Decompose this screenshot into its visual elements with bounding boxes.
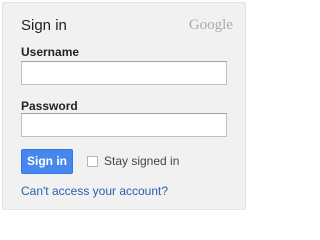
signin-title: Sign in [21, 17, 67, 34]
signin-card: Sign in Google Username Password Sign in… [2, 2, 246, 210]
signin-button[interactable]: Sign in [21, 149, 73, 174]
stay-signed-in-checkbox[interactable] [87, 155, 98, 167]
username-label: Username [21, 45, 80, 59]
stay-signed-in-option[interactable]: Stay signed in [87, 154, 179, 168]
username-input[interactable] [21, 61, 227, 85]
password-label: Password [21, 99, 78, 113]
password-input[interactable] [21, 113, 227, 137]
cant-access-account-link[interactable]: Can't access your account? [21, 184, 168, 198]
google-logo: Google [188, 17, 233, 33]
stay-signed-in-label: Stay signed in [104, 154, 180, 168]
